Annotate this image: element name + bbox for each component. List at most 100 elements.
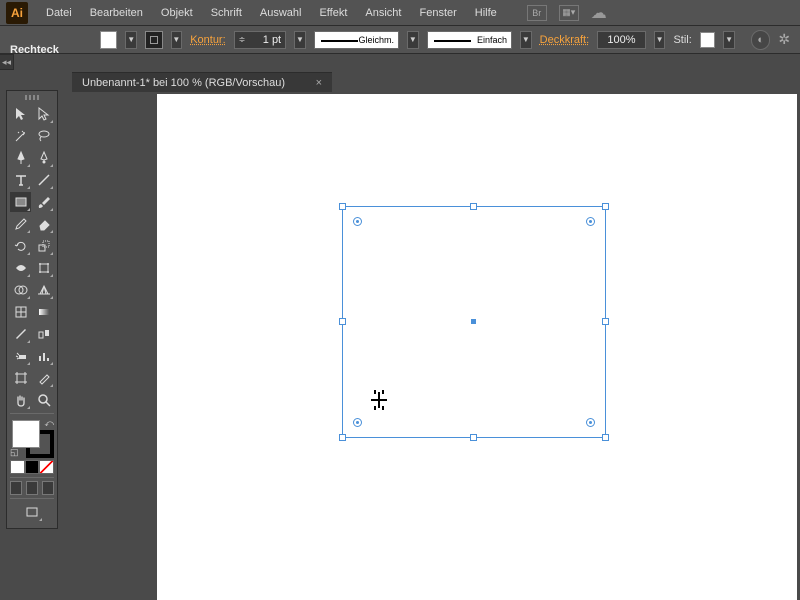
center-point[interactable] bbox=[471, 319, 476, 324]
opacity-label[interactable]: Deckkraft: bbox=[540, 34, 590, 46]
menu-objekt[interactable]: Objekt bbox=[153, 3, 201, 23]
menu-hilfe[interactable]: Hilfe bbox=[467, 3, 505, 23]
screen-mode-row bbox=[10, 481, 54, 495]
crosshair-cursor-icon bbox=[371, 392, 387, 408]
fill-stroke-indicator[interactable]: ⤺ ◱ bbox=[10, 418, 54, 458]
fill-color-indicator[interactable] bbox=[12, 420, 40, 448]
width-profile-dropdown[interactable]: ▼ bbox=[407, 31, 419, 49]
blend-tool[interactable] bbox=[33, 324, 54, 344]
opacity-value: 100% bbox=[607, 34, 635, 46]
paintbrush-tool[interactable] bbox=[33, 192, 54, 212]
live-corner-tl[interactable] bbox=[353, 217, 362, 226]
handle-bottom-left[interactable] bbox=[339, 434, 346, 441]
stroke-swatch[interactable] bbox=[145, 31, 162, 49]
sync-icon[interactable]: ☁ bbox=[591, 3, 607, 23]
stroke-label[interactable]: Kontur: bbox=[190, 34, 225, 46]
live-corner-bl[interactable] bbox=[353, 418, 362, 427]
line-segment-tool[interactable] bbox=[33, 170, 54, 190]
arrange-documents-icon[interactable]: ▦▾ bbox=[559, 5, 579, 21]
fill-swatch[interactable] bbox=[100, 31, 117, 49]
tools-panel-grip[interactable] bbox=[10, 95, 54, 101]
selection-type-label: Rechteck bbox=[10, 44, 59, 56]
scale-tool[interactable] bbox=[33, 236, 54, 256]
eyedropper-tool[interactable] bbox=[10, 324, 31, 344]
symbol-sprayer-tool[interactable] bbox=[10, 346, 31, 366]
selection-tool[interactable] bbox=[10, 104, 31, 124]
brush-definition[interactable]: Einfach bbox=[427, 31, 512, 49]
column-graph-tool[interactable] bbox=[33, 346, 54, 366]
opacity-field[interactable]: 100% bbox=[597, 31, 646, 49]
menu-fenster[interactable]: Fenster bbox=[411, 3, 464, 23]
curvature-tool[interactable] bbox=[33, 148, 54, 168]
stroke-weight-dropdown[interactable]: ▼ bbox=[294, 31, 306, 49]
slice-tool[interactable] bbox=[33, 368, 54, 388]
swap-fill-stroke-icon[interactable]: ⤺ bbox=[44, 418, 54, 429]
menubar-extras: Br ▦▾ ☁ bbox=[527, 3, 607, 23]
handle-bottom-mid[interactable] bbox=[470, 434, 477, 441]
menu-ansicht[interactable]: Ansicht bbox=[357, 3, 409, 23]
menu-schrift[interactable]: Schrift bbox=[203, 3, 250, 23]
fill-dropdown[interactable]: ▼ bbox=[125, 31, 137, 49]
lasso-tool[interactable] bbox=[33, 126, 54, 146]
style-label: Stil: bbox=[673, 34, 691, 46]
brush-label: Einfach bbox=[477, 35, 507, 45]
mesh-tool[interactable] bbox=[10, 302, 31, 322]
recolor-icon[interactable]: ◐ bbox=[751, 30, 770, 50]
stroke-dropdown[interactable]: ▼ bbox=[171, 31, 183, 49]
document-tab[interactable]: Unbenannt-1* bei 100 % (RGB/Vorschau) × bbox=[72, 72, 332, 92]
canvas[interactable] bbox=[157, 94, 797, 600]
rectangle-tool[interactable] bbox=[10, 192, 31, 212]
eraser-tool[interactable] bbox=[33, 214, 54, 234]
type-tool[interactable] bbox=[10, 170, 31, 190]
live-corner-tr[interactable] bbox=[586, 217, 595, 226]
handle-mid-right[interactable] bbox=[602, 318, 609, 325]
width-tool[interactable] bbox=[10, 258, 31, 278]
draw-normal-icon[interactable] bbox=[10, 481, 22, 495]
color-mode-none[interactable] bbox=[39, 460, 54, 474]
width-profile-label: Gleichm. bbox=[359, 35, 395, 45]
document-tab-title: Unbenannt-1* bei 100 % (RGB/Vorschau) bbox=[82, 77, 285, 89]
brush-dropdown[interactable]: ▼ bbox=[520, 31, 532, 49]
free-transform-tool[interactable] bbox=[33, 258, 54, 278]
gradient-tool[interactable] bbox=[33, 302, 54, 322]
stroke-weight-field[interactable]: ≑1 pt bbox=[234, 31, 286, 49]
close-tab-icon[interactable]: × bbox=[316, 77, 322, 89]
handle-top-left[interactable] bbox=[339, 203, 346, 210]
rotate-tool[interactable] bbox=[10, 236, 31, 256]
artboard-tool[interactable] bbox=[10, 368, 31, 388]
magic-wand-tool[interactable] bbox=[10, 126, 31, 146]
document-area: Unbenannt-1* bei 100 % (RGB/Vorschau) × bbox=[72, 72, 800, 600]
menu-bearbeiten[interactable]: Bearbeiten bbox=[82, 3, 151, 23]
default-fill-stroke-icon[interactable]: ◱ bbox=[10, 447, 19, 458]
panel-collapse-toggle[interactable]: ◂◂ bbox=[0, 54, 14, 70]
style-dropdown[interactable]: ▼ bbox=[723, 31, 735, 49]
hand-tool[interactable] bbox=[10, 390, 31, 410]
menu-auswahl[interactable]: Auswahl bbox=[252, 3, 310, 23]
menu-effekt[interactable]: Effekt bbox=[311, 3, 355, 23]
color-mode-solid[interactable] bbox=[10, 460, 25, 474]
control-bar: ▼ ▼ Kontur: ≑1 pt ▼ Gleichm. ▼ Einfach ▼… bbox=[0, 26, 800, 54]
zoom-tool[interactable] bbox=[33, 390, 54, 410]
handle-mid-left[interactable] bbox=[339, 318, 346, 325]
pencil-tool[interactable] bbox=[10, 214, 31, 234]
screen-mode-button[interactable] bbox=[21, 502, 43, 522]
menu-datei[interactable]: Datei bbox=[38, 3, 80, 23]
handle-top-right[interactable] bbox=[602, 203, 609, 210]
perspective-grid-tool[interactable] bbox=[33, 280, 54, 300]
menu-bar: Ai Datei Bearbeiten Objekt Schrift Auswa… bbox=[0, 0, 800, 26]
handle-bottom-right[interactable] bbox=[602, 434, 609, 441]
draw-behind-icon[interactable] bbox=[26, 481, 38, 495]
color-mode-gradient[interactable] bbox=[25, 460, 40, 474]
handle-top-mid[interactable] bbox=[470, 203, 477, 210]
live-corner-br[interactable] bbox=[586, 418, 595, 427]
variable-width-profile[interactable]: Gleichm. bbox=[314, 31, 399, 49]
bridge-icon[interactable]: Br bbox=[527, 5, 547, 21]
opacity-dropdown[interactable]: ▼ bbox=[654, 31, 666, 49]
direct-selection-tool[interactable] bbox=[33, 104, 54, 124]
settings-icon[interactable]: ✲ bbox=[778, 31, 790, 48]
pen-tool[interactable] bbox=[10, 148, 31, 168]
color-mode-row bbox=[10, 460, 54, 474]
shape-builder-tool[interactable] bbox=[10, 280, 31, 300]
draw-inside-icon[interactable] bbox=[42, 481, 54, 495]
style-swatch[interactable] bbox=[700, 32, 716, 48]
